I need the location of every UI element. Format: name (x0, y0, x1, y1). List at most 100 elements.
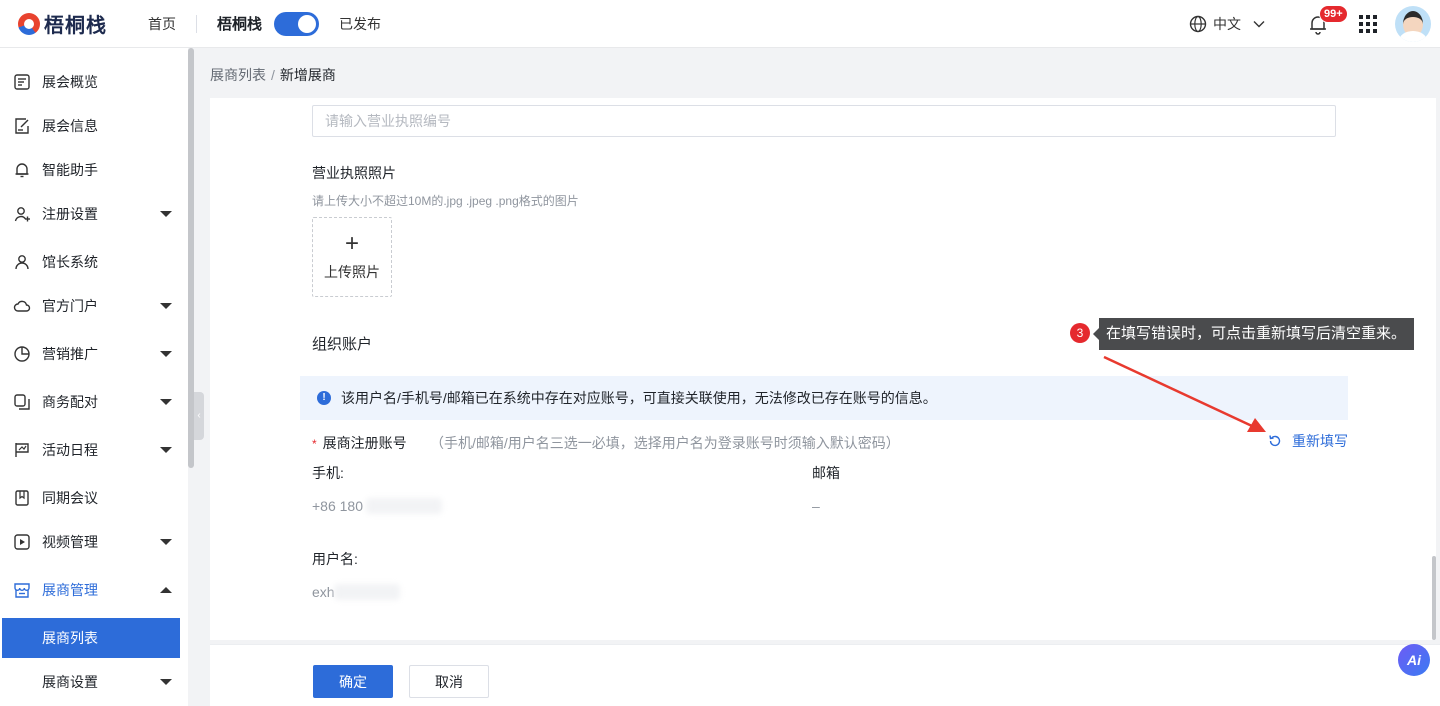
reset-label: 重新填写 (1292, 433, 1348, 449)
sidebar-item-overview[interactable]: 展会概览 (0, 60, 188, 104)
required-mark: * (312, 437, 317, 451)
breadcrumb: 展商列表 / 新增展商 (210, 65, 336, 85)
caret-down-icon (160, 679, 172, 685)
license-photo-hint: 请上传大小不超过10M的.jpg .jpeg .png格式的图片 (312, 194, 579, 208)
sidebar-item-label: 展会信息 (42, 118, 98, 134)
store-icon (14, 583, 30, 598)
breadcrumb-separator: / (271, 67, 275, 83)
upload-photo-label: 上传照片 (324, 264, 380, 280)
nav-divider (196, 14, 197, 33)
sidebar-collapse-handle[interactable]: ‹ (194, 392, 204, 440)
caret-down-icon (160, 351, 172, 357)
sidebar-subitem-exhibitor-settings[interactable]: 展商设置 (2, 662, 180, 702)
sidebar-item-video[interactable]: 视频管理 (0, 520, 188, 564)
email-value: – (812, 498, 820, 514)
sidebar-item-marketing[interactable]: 营销推广 (0, 332, 188, 376)
caret-down-icon (160, 539, 172, 545)
confirm-button[interactable]: 确定 (313, 665, 393, 698)
annotation-step-badge: 3 (1070, 323, 1090, 343)
publish-toggle[interactable] (274, 11, 320, 36)
sidebar-item-label: 同期会议 (42, 490, 98, 506)
reset-button[interactable]: 重新填写 (1268, 431, 1348, 451)
dashboard-icon (14, 74, 30, 90)
sidebar-item-label: 视频管理 (42, 534, 98, 550)
content-scrollbar[interactable] (1432, 556, 1436, 640)
email-label: 邮箱 (812, 465, 840, 481)
breadcrumb-parent-link[interactable]: 展商列表 (210, 67, 266, 83)
edit-doc-icon (15, 118, 29, 134)
video-icon (14, 534, 30, 550)
sidebar-subitem-exhibitor-list[interactable]: 展商列表 (2, 618, 180, 658)
sidebar-item-label: 展商列表 (42, 630, 98, 646)
user-add-icon (14, 207, 30, 222)
chevron-down-icon (1253, 21, 1265, 28)
site-name: 梧桐栈 (217, 16, 263, 33)
logo-text: 梧桐栈 (44, 15, 107, 37)
caret-up-icon (160, 587, 172, 593)
sidebar-item-registration[interactable]: 注册设置 (0, 192, 188, 236)
caret-down-icon (160, 303, 172, 309)
sidebar-item-assistant[interactable]: 智能助手 (0, 148, 188, 192)
account-label-text: 展商注册账号 (322, 435, 407, 451)
sidebar-item-label: 展商设置 (42, 674, 98, 690)
redacted-mask (366, 498, 442, 514)
sidebar-item-matchmaking[interactable]: 商务配对 (0, 380, 188, 424)
cloud-icon (13, 300, 31, 312)
upload-photo-button[interactable]: + 上传照片 (312, 217, 392, 297)
user-avatar[interactable] (1395, 6, 1431, 42)
pie-chart-icon (14, 346, 30, 362)
account-label: * 展商注册账号 (312, 433, 407, 453)
sidebar-item-label: 智能助手 (42, 162, 98, 178)
refresh-icon (1269, 435, 1281, 447)
user-icon (15, 255, 29, 270)
caret-down-icon (160, 447, 172, 453)
sidebar-item-label: 营销推广 (42, 346, 98, 362)
sidebar-item-meetings[interactable]: 同期会议 (0, 476, 188, 520)
flag-icon (15, 443, 29, 457)
copy-icon (14, 394, 30, 410)
notification-button[interactable]: 99+ (1307, 5, 1348, 35)
phone-value: +86 180 (312, 498, 363, 514)
sidebar-item-label: 官方门户 (42, 298, 98, 314)
redacted-mask (334, 584, 400, 600)
username-value: exh (312, 584, 335, 600)
notification-badge: 99+ (1319, 5, 1348, 23)
sidebar-item-label: 活动日程 (42, 442, 98, 458)
sidebar-item-label: 商务配对 (42, 394, 98, 410)
org-account-title: 组织账户 (312, 336, 373, 353)
sidebar: 展会概览 展会信息 智能助手 注册设置 馆长系统 官方门户 营销推广 商务配对 … (0, 48, 188, 706)
logo[interactable]: 梧桐栈 (18, 9, 128, 38)
username-label: 用户名: (312, 551, 358, 567)
logo-mark-icon (18, 12, 40, 35)
annotation-tooltip: 在填写错误时，可点击重新填写后清空重来。 (1092, 318, 1415, 350)
sidebar-item-label: 展商管理 (42, 582, 98, 598)
globe-icon (1189, 15, 1207, 33)
nav-home-link[interactable]: 首页 (148, 14, 176, 34)
license-number-input[interactable] (312, 105, 1336, 137)
sidebar-item-label: 馆长系统 (42, 254, 98, 270)
annotation-arrow-icon (1103, 355, 1266, 432)
sidebar-item-exhibitors[interactable]: 展商管理 (0, 568, 188, 612)
form-footer: 确定 取消 (210, 644, 1440, 706)
sidebar-item-label: 展会概览 (42, 74, 98, 90)
publish-status: 已发布 (339, 15, 382, 32)
bookmark-icon (15, 490, 29, 506)
apps-grid-icon[interactable] (1359, 15, 1377, 33)
license-photo-title: 营业执照照片 (312, 165, 396, 181)
bell-icon (15, 163, 29, 178)
plus-icon: + (344, 230, 359, 257)
alert-text: 该用户名/手机号/邮箱已在系统中存在对应账号，可直接关联使用，无法修改已存在账号… (341, 390, 937, 406)
caret-down-icon (160, 211, 172, 217)
language-selector[interactable]: 中文 (1189, 14, 1271, 34)
account-note: （手机/邮箱/用户名三选一必填，选择用户名为登录账号时须输入默认密码） (430, 435, 900, 451)
sidebar-item-schedule[interactable]: 活动日程 (0, 428, 188, 472)
cancel-button[interactable]: 取消 (409, 665, 489, 698)
info-icon: ! (317, 391, 331, 405)
sidebar-item-expo-info[interactable]: 展会信息 (0, 104, 188, 148)
language-label: 中文 (1213, 16, 1241, 32)
sidebar-item-portal[interactable]: 官方门户 (0, 284, 188, 328)
sidebar-item-curator[interactable]: 馆长系统 (0, 240, 188, 284)
ai-assistant-button[interactable]: Ai (1398, 644, 1430, 676)
phone-label: 手机: (312, 465, 344, 481)
top-header: 梧桐栈 首页 梧桐栈 已发布 中文 99+ (0, 0, 1440, 48)
